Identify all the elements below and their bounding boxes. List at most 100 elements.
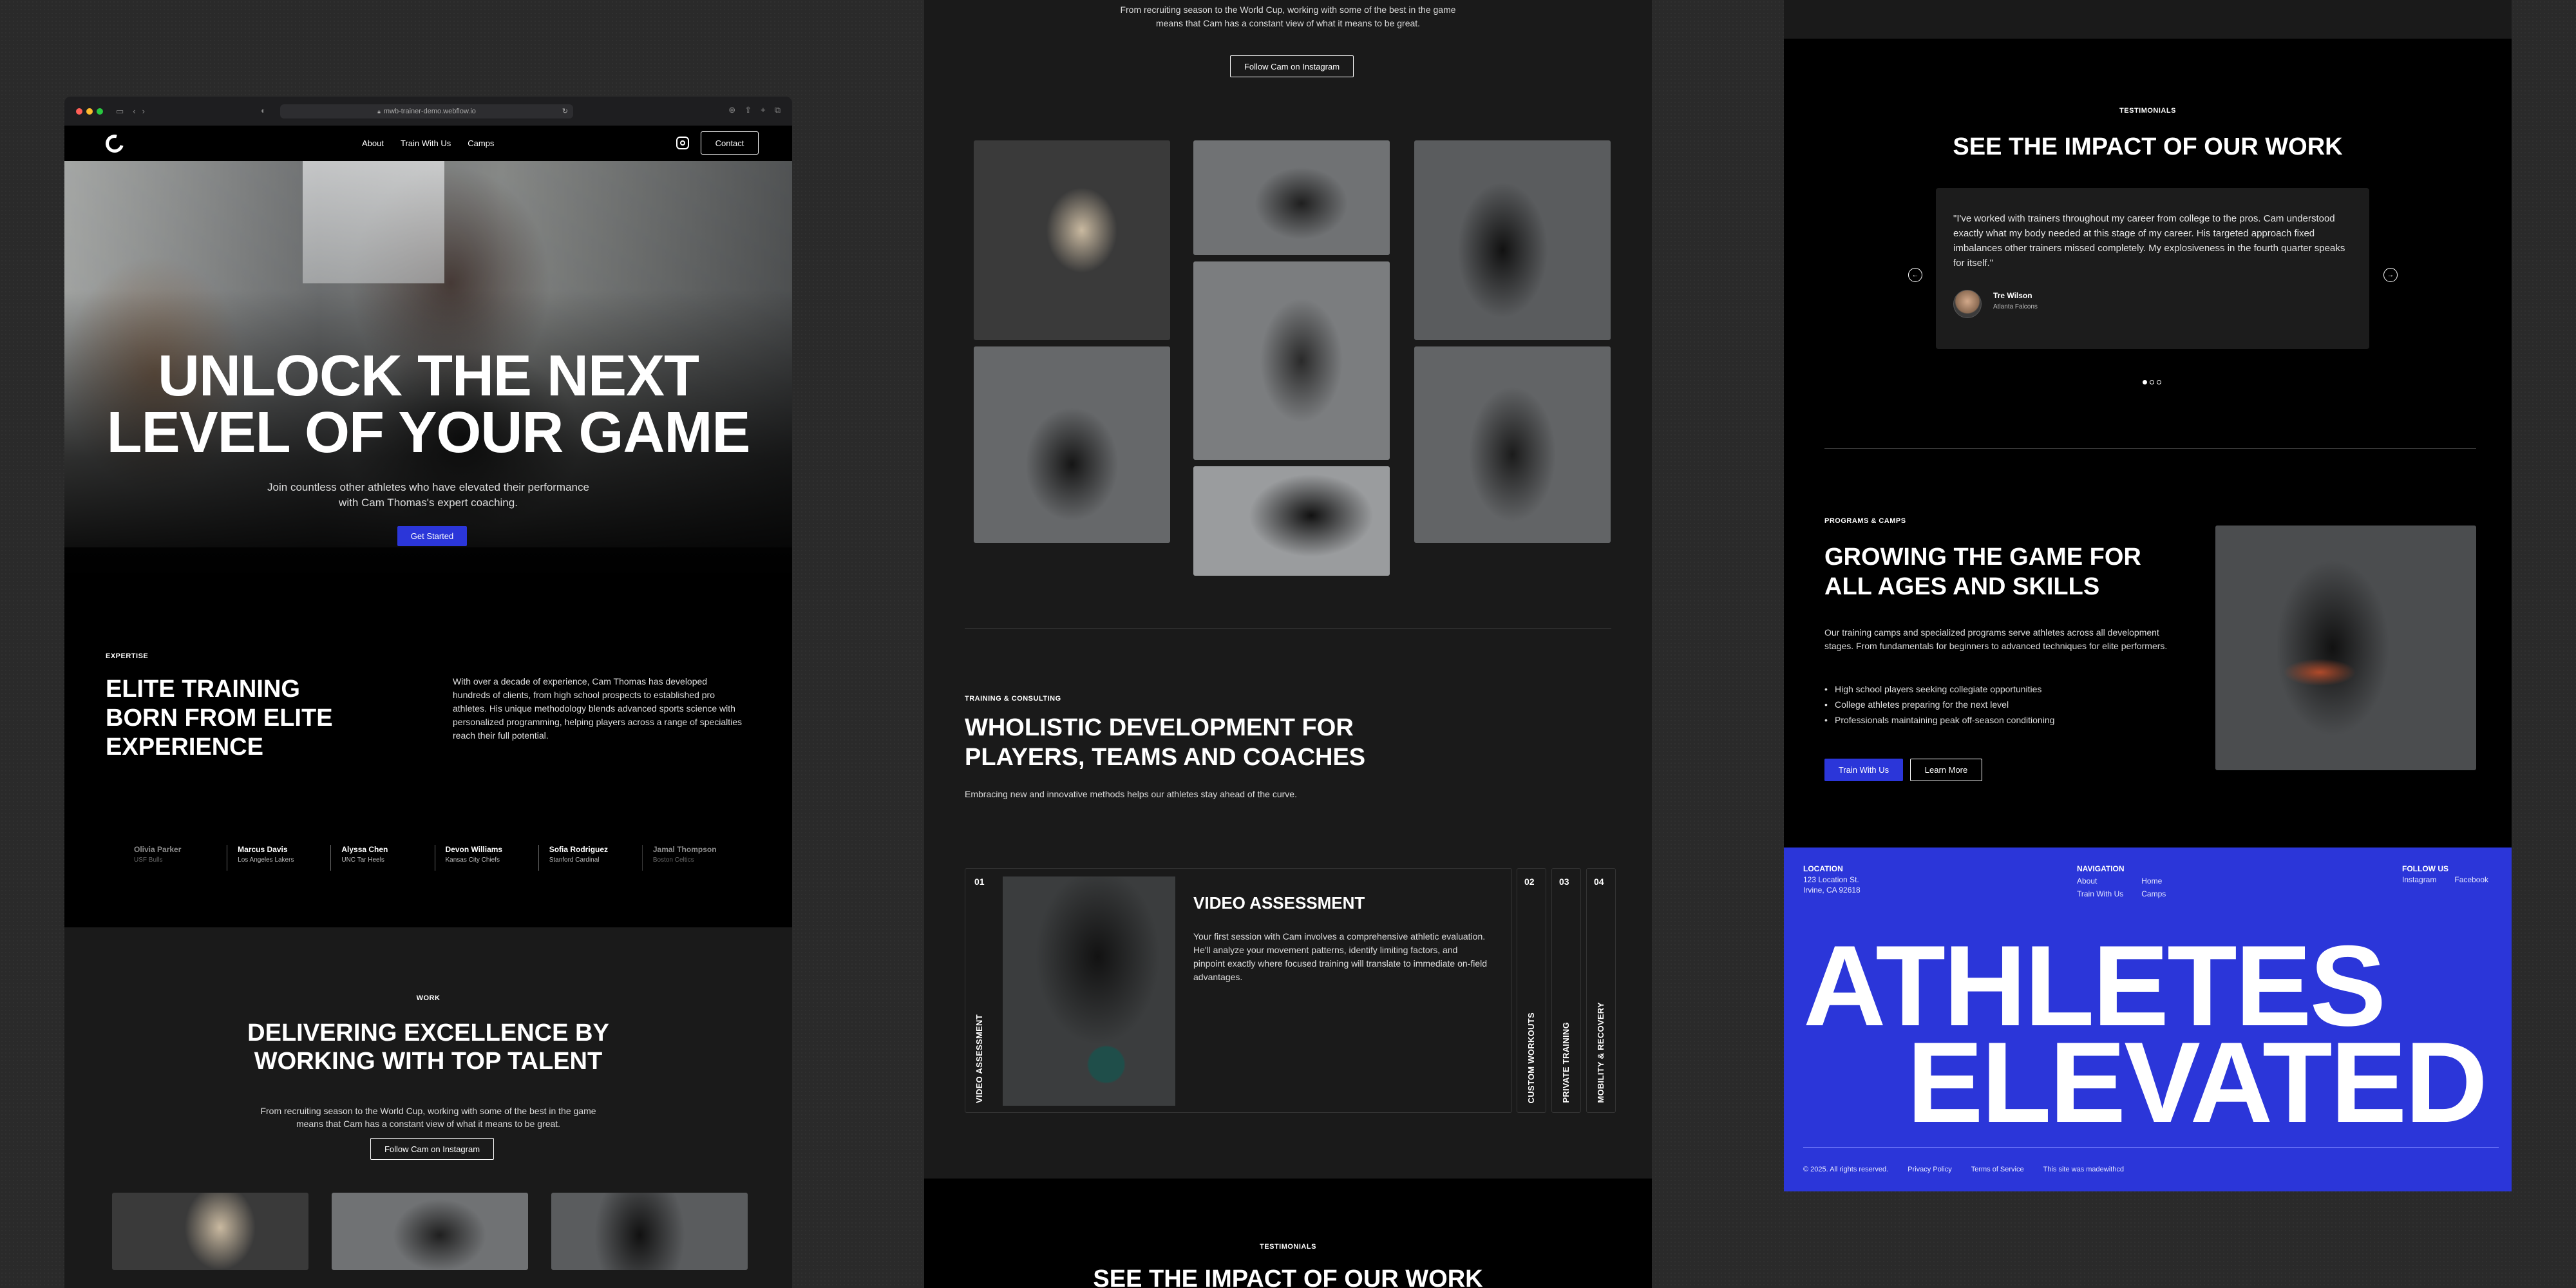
nav-link-train[interactable]: Train With Us	[401, 138, 451, 148]
client-item: Marcus Davis Los Angeles Lakers	[227, 845, 330, 871]
preview-panel-testimonials: TESTIMONIALS SEE THE IMPACT OF OUR WORK …	[1784, 0, 2512, 1191]
footer-link-train[interactable]: Train With Us	[2077, 887, 2123, 900]
terms-link[interactable]: Terms of Service	[1971, 1166, 2024, 1173]
url-text: mwb-trainer-demo.webflow.io	[383, 108, 476, 115]
download-icon[interactable]: ⊕	[728, 105, 735, 115]
slider-dot[interactable]	[2150, 380, 2154, 384]
testimonials-eyebrow: TESTIMONIALS	[2119, 107, 2176, 115]
site-nav: About Train With Us Camps Contact	[64, 126, 792, 161]
service-tab-mobility-recovery[interactable]: 04 MOBILITY & RECOVERY	[1586, 868, 1616, 1113]
service-tab-custom-workouts[interactable]: 02 CUSTOM WORKOUTS	[1517, 868, 1546, 1113]
client-item: Jamal Thompson Boston Celtics	[641, 845, 746, 871]
testimonials-title: SEE THE IMPACT OF OUR WORK	[1093, 1265, 1483, 1288]
learn-more-button[interactable]: Learn More	[1910, 759, 1982, 781]
maximize-window-button[interactable]	[97, 108, 103, 115]
gallery-image	[332, 1193, 528, 1270]
service-number: 04	[1594, 876, 1604, 887]
testimonial-name: Tre Wilson	[1993, 291, 2032, 300]
follow-instagram-button[interactable]: Follow Cam on Instagram	[1230, 55, 1354, 77]
prev-arrow-icon[interactable]: ←	[1908, 268, 1922, 282]
browser-toolbar: ▭ ‹ › ◐ 🔒︎ mwb-trainer-demo.webflow.io ↻ …	[64, 97, 792, 126]
made-with-link[interactable]: This site was madewithcd	[2043, 1166, 2124, 1173]
close-window-button[interactable]	[76, 108, 82, 115]
gallery-image	[1193, 466, 1390, 576]
train-with-us-button[interactable]: Train With Us	[1824, 759, 1903, 781]
footer-link-camps[interactable]: Camps	[2141, 887, 2166, 900]
nav-link-camps[interactable]: Camps	[468, 138, 494, 148]
work-subtitle: From recruiting season to the World Cup,…	[260, 1106, 596, 1129]
instagram-icon[interactable]	[676, 137, 689, 149]
section-divider	[965, 628, 1611, 629]
lock-icon: 🔒︎	[377, 108, 381, 115]
footer-link-facebook[interactable]: Facebook	[2454, 873, 2488, 886]
reload-icon[interactable]: ↻	[562, 104, 568, 118]
preview-panel-home: ▭ ‹ › ◐ 🔒︎ mwb-trainer-demo.webflow.io ↻ …	[64, 97, 792, 1288]
client-item: Devon Williams Kansas City Chiefs	[434, 845, 538, 871]
expertise-section: EXPERTISE ELITE TRAINING BORN FROM ELITE…	[64, 618, 792, 927]
gallery-image	[1193, 140, 1390, 255]
footer-location: LOCATION 123 Location St. Irvine, CA 926…	[1803, 864, 1861, 895]
programs-body: Our training camps and specialized progr…	[1824, 627, 2168, 651]
back-icon[interactable]: ‹	[133, 106, 135, 116]
training-subtitle: Embracing new and innovative methods hel…	[965, 789, 1297, 799]
tabs-overview-icon[interactable]: ⧉	[775, 105, 781, 115]
footer-headline: ATHLETES ELEVATED	[1803, 922, 2488, 1146]
site-footer: LOCATION 123 Location St. Irvine, CA 926…	[1784, 848, 2512, 1191]
work-eyebrow: WORK	[416, 994, 440, 1002]
address-bar[interactable]: 🔒︎ mwb-trainer-demo.webflow.io ↻	[280, 104, 573, 118]
hero-subtitle: Join countless other athletes who have e…	[267, 481, 589, 509]
avatar	[1953, 290, 1982, 318]
service-tab-label: MOBILITY & RECOVERY	[1596, 1002, 1605, 1103]
footer-link-about[interactable]: About	[2077, 875, 2123, 887]
service-tab-label: VIDEO ASSESSMENT	[974, 1014, 984, 1103]
testimonials-section-preview: TESTIMONIALS SEE THE IMPACT OF OUR WORK	[924, 1179, 1652, 1288]
new-tab-icon[interactable]: +	[761, 105, 766, 115]
client-item: Sofia Rodriguez Stanford Cardinal	[538, 845, 642, 871]
gallery-image	[1193, 261, 1390, 460]
contact-button[interactable]: Contact	[701, 131, 759, 155]
share-icon[interactable]: ⇪	[744, 105, 752, 115]
footer-link-instagram[interactable]: Instagram	[2402, 873, 2436, 886]
preview-panel-work: From recruiting season to the World Cup,…	[924, 0, 1652, 1288]
follow-instagram-button[interactable]: Follow Cam on Instagram	[370, 1138, 494, 1160]
gallery-image	[1414, 140, 1611, 340]
gallery-image	[551, 1193, 748, 1270]
slider-dot[interactable]	[2143, 380, 2147, 384]
gallery-image	[974, 346, 1170, 543]
service-title: VIDEO ASSESSMENT	[1193, 893, 1365, 913]
copyright: © 2025. All rights reserved.	[1803, 1166, 1889, 1173]
testimonials-eyebrow: TESTIMONIALS	[1260, 1243, 1316, 1251]
slider-dots	[2143, 380, 2161, 384]
hero-section: UNLOCK THE NEXT LEVEL OF YOUR GAME Join …	[64, 161, 792, 618]
forward-icon[interactable]: ›	[142, 106, 145, 116]
client-item: Alyssa Chen UNC Tar Heels	[330, 845, 434, 871]
sidebar-icon[interactable]: ▭	[116, 106, 124, 117]
client-item: Olivia Parker USF Bulls	[134, 845, 182, 864]
list-item: College athletes preparing for the next …	[1824, 699, 2054, 710]
footer-social: FOLLOW US Instagram Facebook	[2402, 864, 2488, 886]
work-title: DELIVERING EXCELLENCE BY WORKING WITH TO…	[247, 1019, 609, 1075]
service-description: Your first session with Cam involves a c…	[1193, 931, 1488, 982]
list-item: High school players seeking collegiate o…	[1824, 684, 2054, 694]
service-tab-private-training[interactable]: 03 PRIVATE TRAINING	[1551, 868, 1581, 1113]
logo-icon[interactable]	[102, 131, 128, 156]
gallery-image	[974, 140, 1170, 340]
testimonial-quote: "I've worked with trainers throughout my…	[1953, 213, 2345, 269]
section-divider	[1824, 448, 2476, 449]
privacy-link[interactable]: Privacy Policy	[1908, 1166, 1951, 1173]
client-marquee: Olivia Parker USF Bulls Marcus Davis Los A…	[124, 845, 746, 871]
footer-navigation: NAVIGATION Home About Camps Train With U…	[2077, 864, 2166, 900]
list-item: Professionals maintaining peak off-seaso…	[1824, 715, 2054, 725]
minimize-window-button[interactable]	[86, 108, 93, 115]
footer-link-home[interactable]: Home	[2141, 875, 2166, 887]
expertise-eyebrow: EXPERTISE	[106, 652, 149, 660]
nav-link-about[interactable]: About	[362, 138, 384, 148]
work-subtitle: From recruiting season to the World Cup,…	[1120, 5, 1456, 28]
programs-list: High school players seeking collegiate o…	[1824, 684, 2054, 730]
slider-dot[interactable]	[2157, 380, 2161, 384]
service-number: 01	[974, 876, 985, 887]
shield-icon[interactable]: ◐	[261, 106, 266, 115]
get-started-button[interactable]: Get Started	[397, 526, 467, 546]
next-arrow-icon[interactable]: →	[2383, 268, 2398, 282]
service-card-video-assessment[interactable]: 01 VIDEO ASSESSMENT VIDEO ASSESSMENT You…	[965, 868, 1512, 1113]
